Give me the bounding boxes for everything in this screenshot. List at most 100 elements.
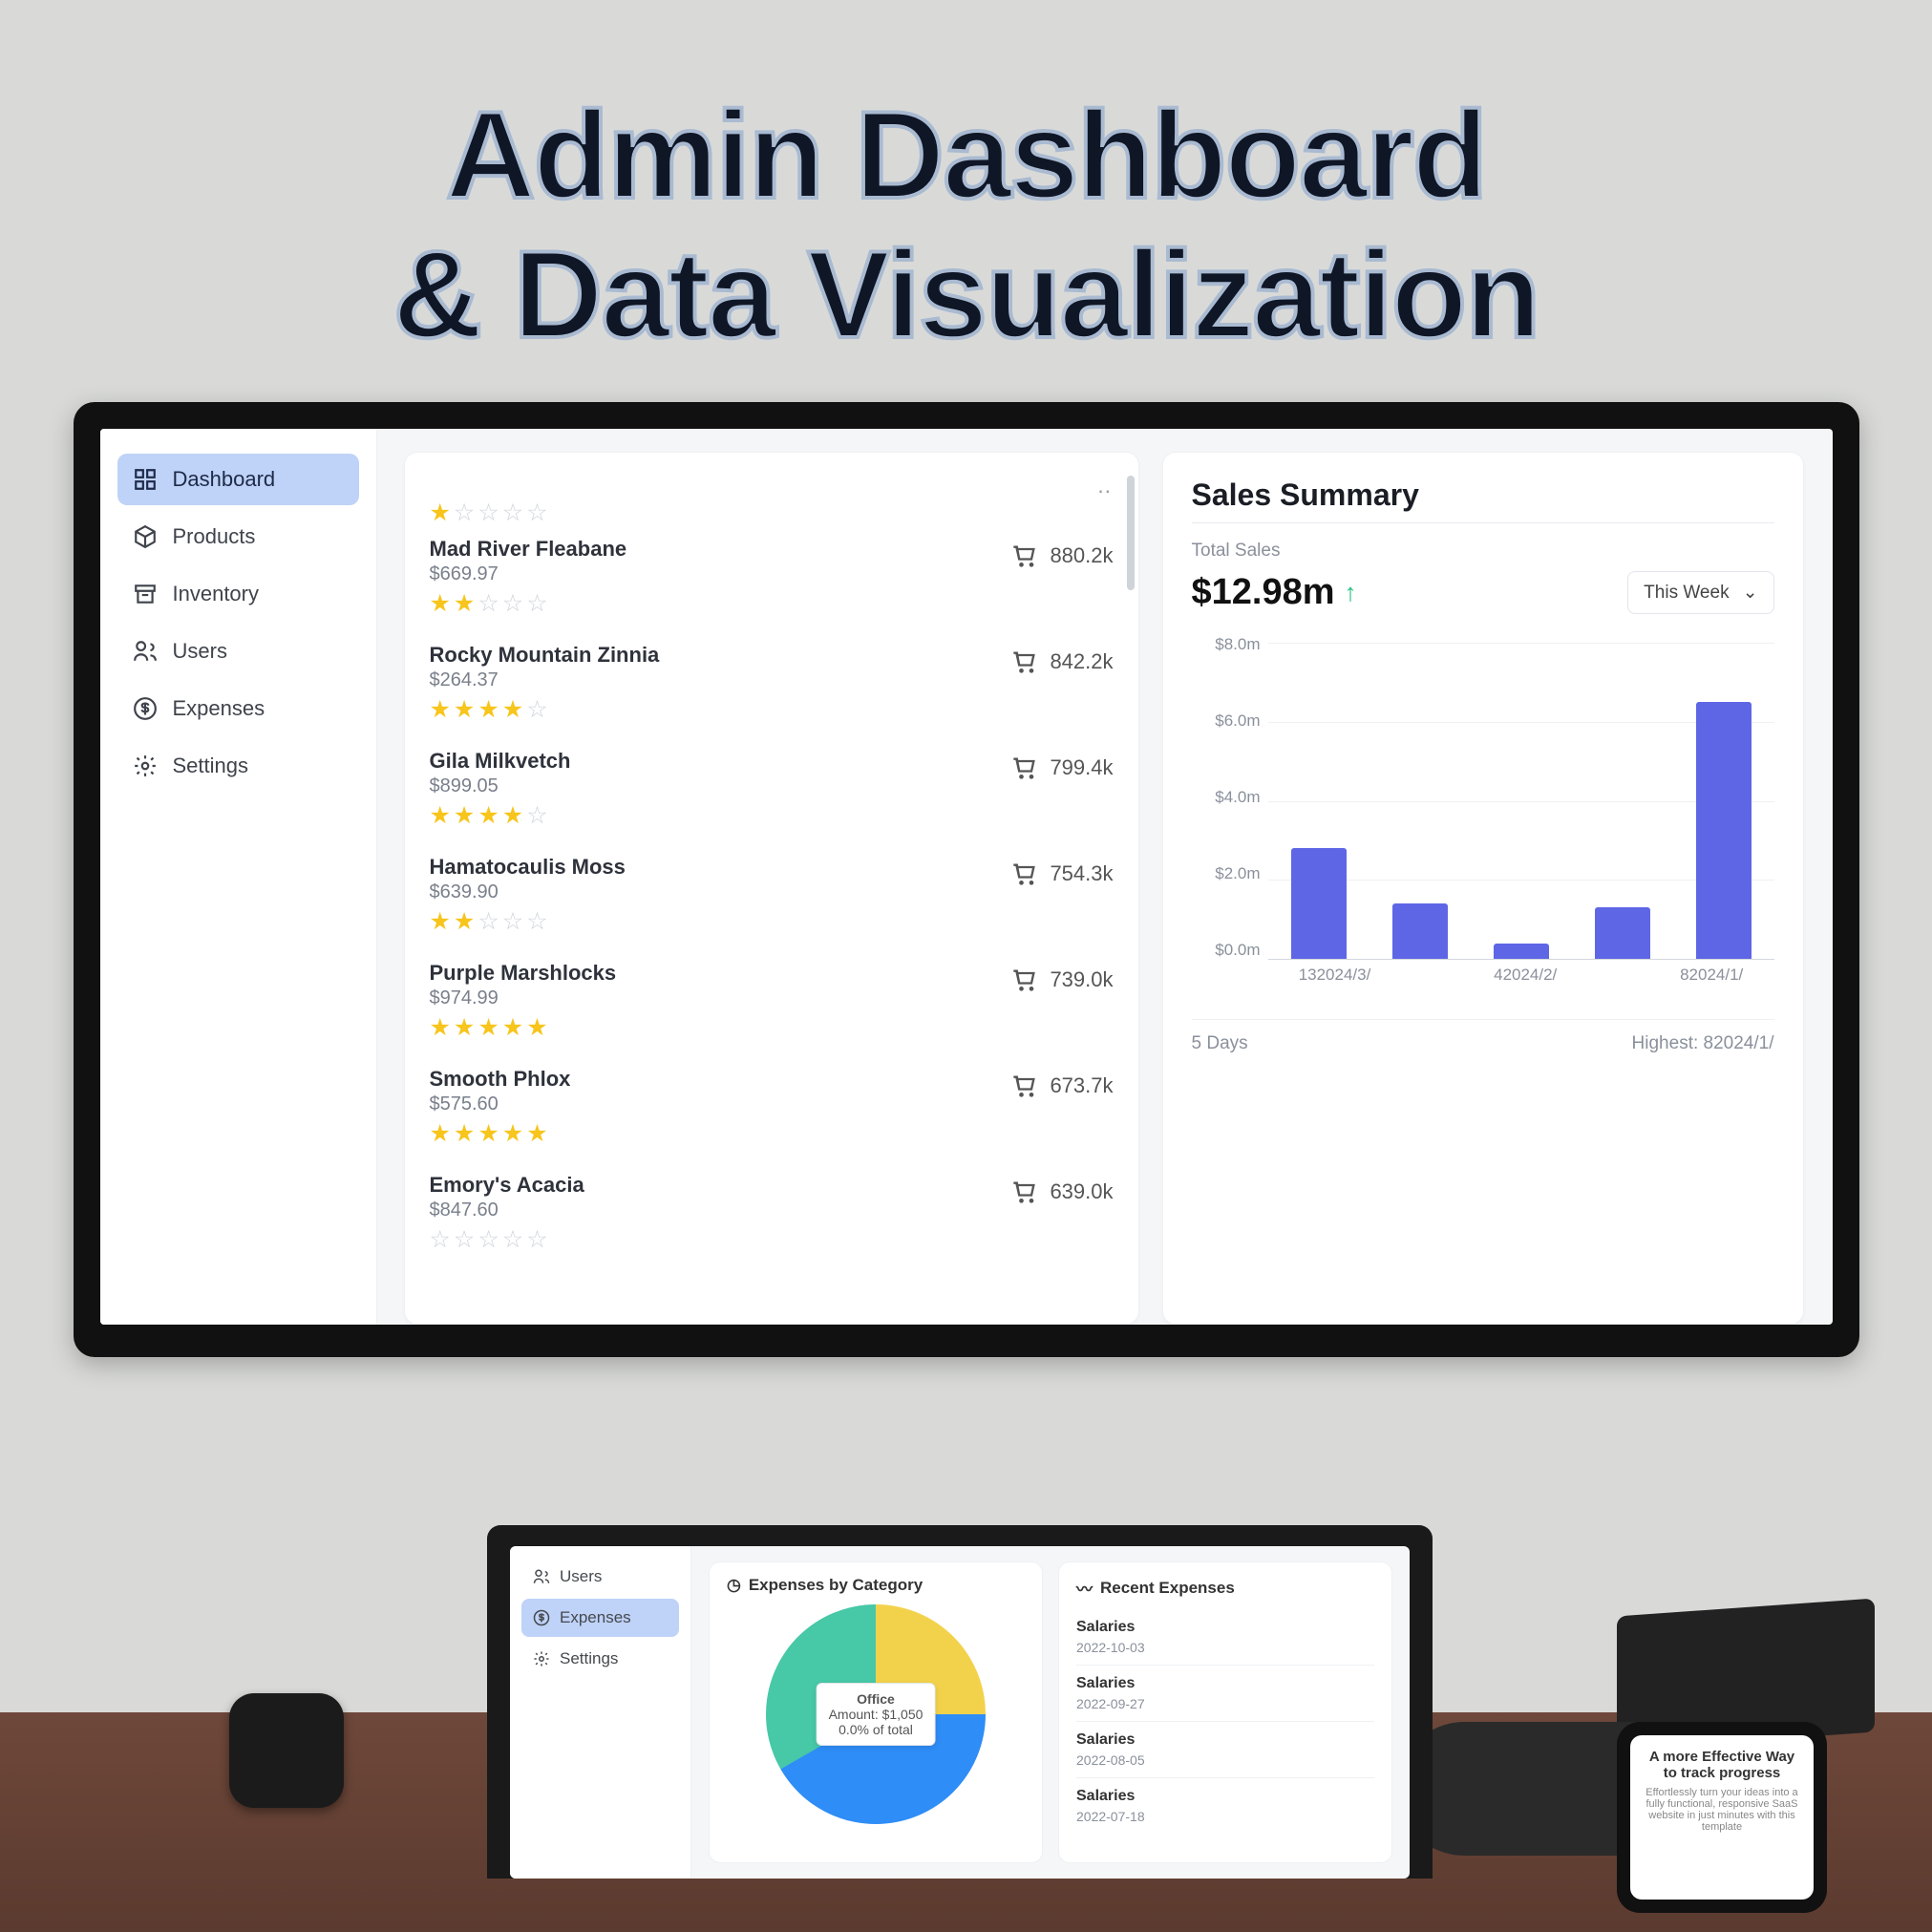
recent-expense-row[interactable]: Salaries2022-09-27 <box>1076 1665 1374 1721</box>
star-icon: ★ <box>430 499 454 526</box>
card-more-icon[interactable]: ‥ <box>430 474 1114 499</box>
cart-icon <box>1011 1072 1038 1099</box>
users-icon <box>533 1568 550 1585</box>
expenses-pie-chart: Office Amount: $1,050 0.0% of total <box>766 1604 986 1824</box>
product-price: $575.60 <box>430 1093 571 1115</box>
product-count: 739.0k <box>1050 967 1113 992</box>
lap-sidebar-label: Settings <box>560 1649 618 1668</box>
cart-icon <box>1011 1178 1038 1205</box>
recent-expenses-card: 〰 Recent Expenses Salaries2022-10-03Sala… <box>1058 1561 1392 1863</box>
product-count: 673.7k <box>1050 1073 1113 1098</box>
star-icon: ★ <box>430 1014 454 1041</box>
rating-stars: ★★☆☆☆ <box>430 589 627 618</box>
star-icon: ★ <box>430 908 454 935</box>
product-name: Emory's Acacia <box>430 1173 584 1198</box>
expenses-by-category-card: ◷ Expenses by Category Office Amount: $1… <box>709 1561 1043 1863</box>
expenses-card-title: Expenses by Category <box>749 1576 923 1595</box>
laptop-sidebar-item-users[interactable]: Users <box>521 1558 679 1596</box>
chevron-down-icon: ⌄ <box>1743 582 1758 604</box>
star-icon: ☆ <box>526 908 550 935</box>
star-icon: ★ <box>526 1120 550 1147</box>
tooltip-category: Office <box>857 1691 895 1707</box>
grid-icon <box>133 467 158 492</box>
expense-date: 2022-09-27 <box>1076 1696 1374 1711</box>
monitor-screen: Dashboard Products Inventory Users Expenses S… <box>100 429 1833 1325</box>
top-products-card: ‥ ★☆☆☆☆ Mad River Fleabane $669.97 ★★☆☆☆… <box>404 452 1139 1325</box>
trend-icon: 〰 <box>1076 1576 1093 1600</box>
star-icon: ☆ <box>526 499 550 526</box>
users-icon <box>133 639 158 664</box>
desk-scene: UsersExpenses Settings ◷ Expenses by Cate… <box>0 1512 1932 1932</box>
star-icon: ★ <box>430 590 454 617</box>
product-price: $974.99 <box>430 987 617 1009</box>
product-price: $639.90 <box>430 881 626 903</box>
product-row[interactable]: Mad River Fleabane $669.97 ★★☆☆☆ 880.2k <box>430 537 1114 627</box>
rating-stars: ★★★★★ <box>430 1013 617 1042</box>
sales-amount: $12.98m ↑ <box>1192 572 1357 613</box>
scrollbar-thumb[interactable] <box>1127 476 1135 590</box>
sidebar-item-users[interactable]: Users <box>117 626 359 677</box>
product-count: 842.2k <box>1050 649 1113 674</box>
sidebar-item-settings[interactable]: Settings <box>117 740 359 792</box>
recent-expense-row[interactable]: Salaries2022-07-18 <box>1076 1777 1374 1834</box>
star-icon: ★ <box>430 1120 454 1147</box>
star-icon: ★ <box>478 696 501 723</box>
y-tick: $4.0m <box>1192 788 1261 807</box>
laptop-sidebar-item-settings[interactable]: Settings <box>521 1640 679 1678</box>
sidebar-item-expenses[interactable]: Expenses <box>117 683 359 734</box>
smartwatch-decor <box>229 1693 344 1808</box>
product-row[interactable]: Rocky Mountain Zinnia $264.37 ★★★★☆ 842.… <box>430 643 1114 733</box>
product-name: Rocky Mountain Zinnia <box>430 643 660 668</box>
archive-icon <box>133 582 158 606</box>
main-content: ‥ ★☆☆☆☆ Mad River Fleabane $669.97 ★★☆☆☆… <box>377 429 1833 1325</box>
laptop-main: ◷ Expenses by Category Office Amount: $1… <box>691 1546 1410 1879</box>
chart-bar[interactable] <box>1392 903 1448 959</box>
pie-tooltip: Office Amount: $1,050 0.0% of total <box>817 1683 936 1746</box>
product-name: Purple Marshlocks <box>430 961 617 986</box>
sidebar-label: Settings <box>173 754 249 778</box>
y-tick: $8.0m <box>1192 635 1261 654</box>
star-icon: ★ <box>502 1120 526 1147</box>
sidebar-item-dashboard[interactable]: Dashboard <box>117 454 359 505</box>
sales-footer-right: Highest: 82024/1/ <box>1632 1033 1774 1054</box>
star-icon: ☆ <box>526 802 550 829</box>
sidebar-label: Inventory <box>173 582 260 606</box>
timeframe-dropdown[interactable]: This Week ⌄ <box>1627 571 1773 614</box>
product-price: $264.37 <box>430 669 660 691</box>
star-icon: ☆ <box>502 1226 526 1253</box>
star-icon: ★ <box>502 696 526 723</box>
recent-expense-row[interactable]: Salaries2022-10-03 <box>1076 1609 1374 1665</box>
hero-line1: Admin Dashboard <box>446 85 1487 224</box>
product-row[interactable]: Gila Milkvetch $899.05 ★★★★☆ 799.4k <box>430 749 1114 839</box>
trend-up-icon: ↑ <box>1345 578 1357 607</box>
product-count: 880.2k <box>1050 543 1113 568</box>
sales-footer-left: 5 Days <box>1192 1033 1248 1054</box>
recent-expense-row[interactable]: Salaries2022-08-05 <box>1076 1721 1374 1777</box>
gear-icon <box>133 754 158 778</box>
laptop-sidebar-item-expenses[interactable]: Expenses <box>521 1599 679 1637</box>
product-row[interactable]: Emory's Acacia $847.60 ☆☆☆☆☆ 639.0k <box>430 1173 1114 1263</box>
product-row[interactable]: Hamatocaulis Moss $639.90 ★★☆☆☆ 754.3k <box>430 855 1114 945</box>
chart-bar[interactable] <box>1494 944 1549 960</box>
product-count: 639.0k <box>1050 1179 1113 1204</box>
chart-bar[interactable] <box>1696 702 1752 959</box>
product-row[interactable]: Smooth Phlox $575.60 ★★★★★ 673.7k <box>430 1067 1114 1157</box>
sidebar-label: Dashboard <box>173 467 276 492</box>
chart-bar[interactable] <box>1291 848 1347 959</box>
x-tick: 82024/1/ <box>1680 966 1743 998</box>
product-price: $899.05 <box>430 775 571 797</box>
chart-bar[interactable] <box>1595 907 1650 959</box>
star-icon: ★ <box>454 1120 478 1147</box>
star-icon: ☆ <box>502 908 526 935</box>
sidebar-item-products[interactable]: Products <box>117 511 359 563</box>
product-row[interactable]: Purple Marshlocks $974.99 ★★★★★ 739.0k <box>430 961 1114 1051</box>
sidebar-item-inventory[interactable]: Inventory <box>117 568 359 620</box>
laptop-frame: UsersExpenses Settings ◷ Expenses by Cate… <box>487 1525 1433 1879</box>
x-tick: 132024/3/ <box>1299 966 1371 998</box>
cube-icon <box>133 524 158 549</box>
star-icon: ☆ <box>526 696 550 723</box>
star-icon: ★ <box>526 1014 550 1041</box>
product-name: Mad River Fleabane <box>430 537 627 562</box>
star-icon: ★ <box>478 1014 501 1041</box>
sidebar: Dashboard Products Inventory Users Expenses S… <box>100 429 377 1325</box>
